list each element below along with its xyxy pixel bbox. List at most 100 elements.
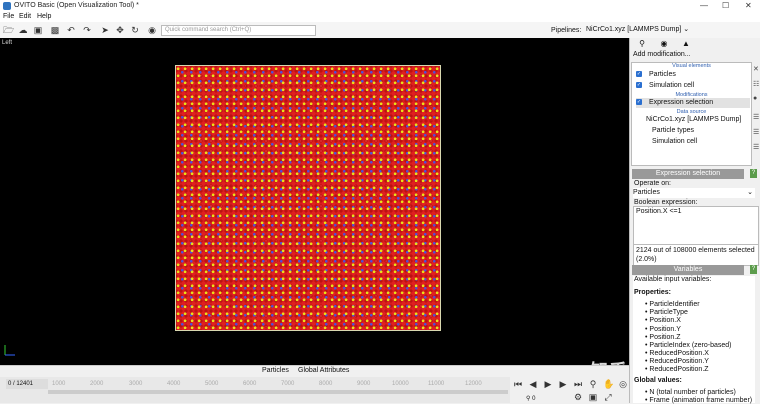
pipelines-label: Pipelines: xyxy=(551,27,582,34)
tab-global-attributes[interactable]: Global Attributes xyxy=(298,367,349,374)
pipeline-item-label: Particles xyxy=(649,71,676,78)
viewport-label[interactable]: Left xyxy=(2,40,12,46)
timeline-tick: 6000 xyxy=(243,381,257,387)
add-modification-label: Add modification... xyxy=(633,51,691,58)
data-inspector-tabs: Particles Global Attributes xyxy=(0,365,629,377)
command-panel-tabs: ⚲ ◉ ▲ xyxy=(631,38,741,50)
layers-icon[interactable]: ☰ xyxy=(753,143,759,151)
minimize-button[interactable]: — xyxy=(700,1,708,10)
variable-item: • ParticleIdentifier xyxy=(645,301,700,308)
settings-icon[interactable]: ⚙ xyxy=(573,392,583,402)
copy-icon[interactable]: ☷ xyxy=(753,80,759,88)
undo-icon[interactable]: ↶ xyxy=(66,25,76,35)
pan-icon[interactable]: ✋ xyxy=(603,379,614,389)
frame-spinner[interactable]: ⚲ 0 xyxy=(526,395,535,402)
timeline-tick: 8000 xyxy=(319,381,333,387)
checkbox-icon[interactable]: ✓ xyxy=(636,82,642,89)
select-icon[interactable]: ➤ xyxy=(100,25,110,35)
pipeline-select[interactable]: NiCrCo1.xyz [LAMMPS Dump] ⌄ xyxy=(586,25,721,35)
pipeline-item-data-source[interactable]: NiCrCo1.xyz [LAMMPS Dump] xyxy=(646,115,760,125)
prev-frame-icon[interactable]: ◀ xyxy=(528,379,538,389)
global-values-label: Global values: xyxy=(634,377,682,384)
save-icon[interactable]: ▣ xyxy=(33,25,43,35)
properties-label: Properties: xyxy=(634,289,671,296)
axis-tripod-icon xyxy=(4,345,15,356)
expression-input[interactable]: Position.X <=1 xyxy=(633,206,759,246)
title-bar: OVITO Basic (Open Visualization Tool) * … xyxy=(0,0,760,12)
menu-file[interactable]: File xyxy=(3,13,14,20)
checkbox-icon[interactable]: ✓ xyxy=(636,71,642,78)
selection-result-count: 2124 out of 108000 elements selected xyxy=(636,247,755,254)
timeline-tick: 1000 xyxy=(52,381,66,387)
close-button[interactable]: ✕ xyxy=(745,1,752,10)
variable-item: • Position.X xyxy=(645,317,681,324)
variable-item: • ParticleIndex (zero-based) xyxy=(645,342,732,349)
simulation-cell-particles xyxy=(175,65,441,331)
pipeline-tab-icon[interactable]: ⚲ xyxy=(631,39,653,49)
pipeline-item-label: Expression selection xyxy=(649,99,714,106)
variables-header: Variables xyxy=(632,265,744,275)
timeline-slider[interactable] xyxy=(48,390,508,394)
move-icon[interactable]: ✥ xyxy=(115,25,125,35)
pipeline-item-simulation-cell-source[interactable]: Simulation cell xyxy=(652,137,760,147)
pipeline-item-expression-selection[interactable]: ✓ Expression selection xyxy=(636,98,750,108)
maximize-view-icon[interactable]: ⤢ xyxy=(603,392,613,402)
orbit-icon[interactable]: ◎ xyxy=(618,379,628,389)
pipeline-item-particle-types[interactable]: Particle types xyxy=(652,126,760,136)
open-file-icon[interactable]: 🗁 xyxy=(3,25,14,35)
next-frame-icon[interactable]: ▶ xyxy=(558,379,568,389)
redo-icon[interactable]: ↷ xyxy=(82,25,92,35)
operate-on-value: Particles xyxy=(633,189,660,196)
fit-view-icon[interactable]: ▣ xyxy=(588,392,598,402)
help-icon[interactable]: ? xyxy=(750,265,757,274)
add-modification-dropdown[interactable]: Add modification... xyxy=(633,51,755,61)
pipeline-item-label: Simulation cell xyxy=(649,82,695,89)
maximize-button[interactable]: ☐ xyxy=(722,1,729,10)
selection-result-percent: (2.0%) xyxy=(636,256,657,263)
variable-item: • Position.Y xyxy=(645,326,681,333)
checkbox-icon[interactable]: ✓ xyxy=(636,99,642,106)
chevron-down-icon: ⌄ xyxy=(683,26,690,33)
help-icon[interactable]: ? xyxy=(750,169,757,178)
operate-on-select[interactable]: Particles ⌄ xyxy=(633,188,755,198)
delete-icon[interactable]: ✕ xyxy=(753,65,759,73)
rotate-icon[interactable]: ↻ xyxy=(130,25,140,35)
window-title: OVITO Basic (Open Visualization Tool) * xyxy=(14,2,139,9)
timeline-tick: 12000 xyxy=(465,381,482,387)
pipeline-item-particles[interactable]: ✓ Particles xyxy=(636,70,750,80)
app-icon xyxy=(3,2,11,10)
selection-result: 2124 out of 108000 elements selected (2.… xyxy=(633,244,759,266)
timeline-tick: 3000 xyxy=(129,381,143,387)
timeline-tick: 7000 xyxy=(281,381,295,387)
render-tab-icon[interactable]: ◉ xyxy=(653,39,675,49)
pipeline-select-value: NiCrCo1.xyz [LAMMPS Dump] xyxy=(586,26,682,33)
expression-selection-header: Expression selection xyxy=(632,169,744,179)
menu-edit[interactable]: Edit xyxy=(19,13,31,20)
tab-particles[interactable]: Particles xyxy=(262,367,289,374)
list-icon[interactable]: ☰ xyxy=(753,113,759,121)
chevron-down-icon: ⌄ xyxy=(747,189,753,196)
frame-readout: 0 / 12401 xyxy=(6,379,48,389)
cloud-icon[interactable]: ☁ xyxy=(18,25,28,35)
camera-icon[interactable]: ◉ xyxy=(147,25,157,35)
overlays-tab-icon[interactable]: ▲ xyxy=(675,39,697,49)
variable-item: • ReducedPosition.X xyxy=(645,350,709,357)
search-input[interactable]: Quick command search (Ctrl+Q) xyxy=(161,25,316,36)
variable-item: • ReducedPosition.Z xyxy=(645,366,709,373)
play-icon[interactable]: ▶ xyxy=(543,379,553,389)
key-icon: ⚲ xyxy=(526,396,531,402)
lock-icon[interactable]: ● xyxy=(753,95,759,103)
first-frame-icon[interactable]: ⏮ xyxy=(513,379,523,389)
variables-list: Available input variables: Properties: •… xyxy=(633,276,755,404)
last-frame-icon[interactable]: ⏭ xyxy=(573,379,583,389)
timeline-tick: 9000 xyxy=(357,381,371,387)
global-variable-item: • N (total number of particles) xyxy=(645,389,736,396)
timeline-tick: 4000 xyxy=(167,381,181,387)
timeline-tick: 5000 xyxy=(205,381,219,387)
render-icon[interactable]: ▩ xyxy=(50,25,60,35)
timeline-tick: 11000 xyxy=(428,381,445,387)
pipeline-item-simulation-cell[interactable]: ✓ Simulation cell xyxy=(636,81,750,91)
menu-help[interactable]: Help xyxy=(37,13,51,20)
group-icon[interactable]: ☰ xyxy=(753,128,759,136)
zoom-icon[interactable]: ⚲ xyxy=(588,379,598,389)
